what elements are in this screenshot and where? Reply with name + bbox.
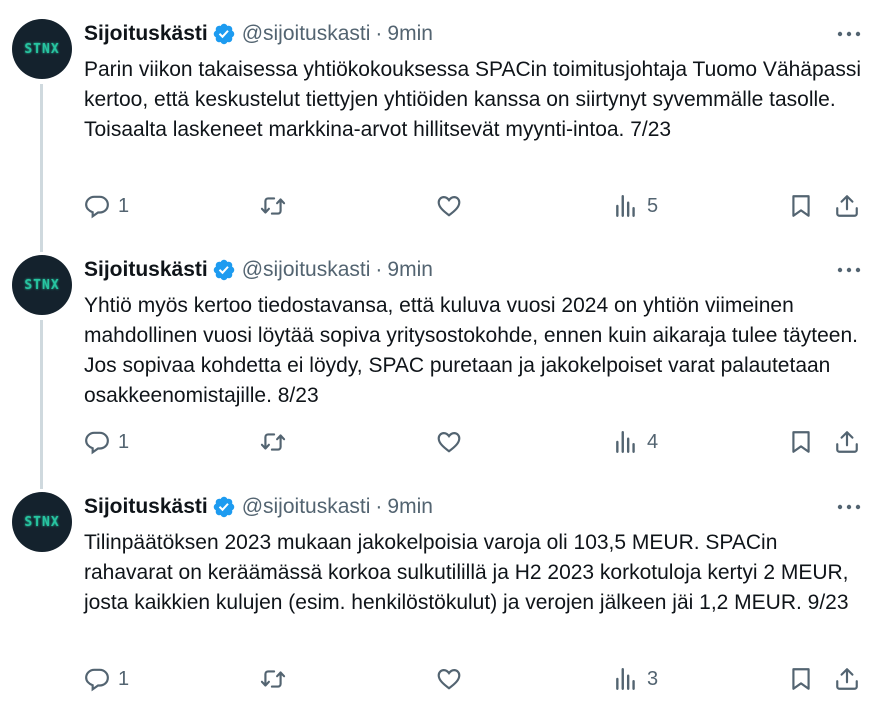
thread-line: [40, 236, 43, 252]
reply-button[interactable]: 1: [84, 424, 129, 460]
like-button[interactable]: [436, 661, 462, 697]
avatar[interactable]: STNX: [12, 19, 72, 79]
share-icon: [836, 195, 858, 217]
avatar[interactable]: STNX: [12, 255, 72, 315]
reply-button[interactable]: 1: [84, 188, 129, 224]
like-button[interactable]: [436, 188, 462, 224]
bookmark-button[interactable]: [788, 424, 814, 460]
display-name[interactable]: Sijoituskästi: [84, 495, 208, 519]
views-button[interactable]: 5: [613, 188, 658, 224]
reply-icon: [85, 431, 109, 455]
tweet[interactable]: STNX Sijoituskästi @sijoituskasti · 9min…: [0, 473, 887, 704]
tweet-header: Sijoituskästi @sijoituskasti · 9min: [84, 20, 433, 48]
action-bar: 1 3: [84, 661, 874, 697]
retweet-icon: [260, 197, 286, 215]
reply-count: 1: [118, 667, 130, 690]
tweet-text: Parin viikon takaisessa yhtiökokouksessa…: [84, 58, 861, 141]
share-button[interactable]: [834, 661, 860, 697]
retweet-button[interactable]: [260, 661, 286, 697]
tweet-header: Sijoituskästi @sijoituskasti · 9min: [84, 256, 433, 284]
share-icon: [836, 431, 858, 453]
views-icon: [616, 668, 635, 690]
action-bar: 1 4: [84, 424, 874, 460]
reply-count: 1: [118, 194, 130, 217]
like-icon: [437, 432, 461, 453]
action-bar: 1 5: [84, 188, 874, 224]
verified-badge-icon: [213, 259, 234, 281]
separator: ·: [375, 22, 383, 45]
verified-badge-icon: [213, 23, 234, 45]
like-icon: [437, 196, 461, 217]
views-count: 3: [647, 667, 659, 690]
views-icon: [616, 195, 635, 217]
retweet-button[interactable]: [260, 188, 286, 224]
share-button[interactable]: [834, 424, 860, 460]
tweet-text: Yhtiö myös kertoo tiedostavansa, että ku…: [84, 294, 858, 407]
views-button[interactable]: 3: [613, 661, 658, 697]
retweet-icon: [260, 433, 286, 451]
views-count: 5: [647, 194, 659, 217]
more-icon[interactable]: [837, 260, 861, 280]
thread-line: [40, 473, 43, 489]
handle[interactable]: @sijoituskasti: [242, 495, 371, 519]
reply-icon: [85, 195, 109, 219]
tweet-header: Sijoituskästi @sijoituskasti · 9min: [84, 493, 433, 521]
share-icon: [836, 668, 858, 690]
handle[interactable]: @sijoituskasti: [242, 258, 371, 282]
display-name[interactable]: Sijoituskästi: [84, 258, 208, 282]
separator: ·: [375, 258, 383, 281]
avatar-text: STNX: [24, 514, 60, 530]
like-icon: [437, 669, 461, 690]
reply-icon: [85, 668, 109, 692]
views-button[interactable]: 4: [613, 424, 658, 460]
timestamp[interactable]: 9min: [387, 495, 433, 519]
display-name[interactable]: Sijoituskästi: [84, 22, 208, 46]
bookmark-button[interactable]: [788, 188, 814, 224]
retweet-button[interactable]: [260, 424, 286, 460]
like-button[interactable]: [436, 424, 462, 460]
more-icon[interactable]: [837, 497, 861, 517]
avatar-text: STNX: [24, 41, 60, 57]
share-button[interactable]: [834, 188, 860, 224]
avatar[interactable]: STNX: [12, 492, 72, 552]
thread-line: [40, 84, 43, 236]
bookmark-icon: [792, 668, 810, 690]
bookmark-icon: [792, 195, 810, 217]
views-count: 4: [647, 430, 659, 453]
handle[interactable]: @sijoituskasti: [242, 22, 371, 46]
tweet[interactable]: STNX Sijoituskästi @sijoituskasti · 9min…: [0, 0, 887, 236]
thread-line: [40, 320, 43, 473]
tweet[interactable]: STNX Sijoituskästi @sijoituskasti · 9min…: [0, 236, 887, 473]
bookmark-button[interactable]: [788, 661, 814, 697]
views-icon: [616, 431, 635, 453]
timestamp[interactable]: 9min: [387, 258, 433, 282]
reply-count: 1: [118, 430, 130, 453]
bookmark-icon: [792, 431, 810, 453]
separator: ·: [375, 495, 383, 518]
tweet-text: Tilinpäätöksen 2023 mukaan jakokelpoisia…: [84, 531, 849, 614]
timestamp[interactable]: 9min: [387, 22, 433, 46]
retweet-icon: [260, 670, 286, 688]
avatar-text: STNX: [24, 277, 60, 293]
more-icon[interactable]: [837, 24, 861, 44]
verified-badge-icon: [213, 496, 234, 518]
reply-button[interactable]: 1: [84, 661, 129, 697]
